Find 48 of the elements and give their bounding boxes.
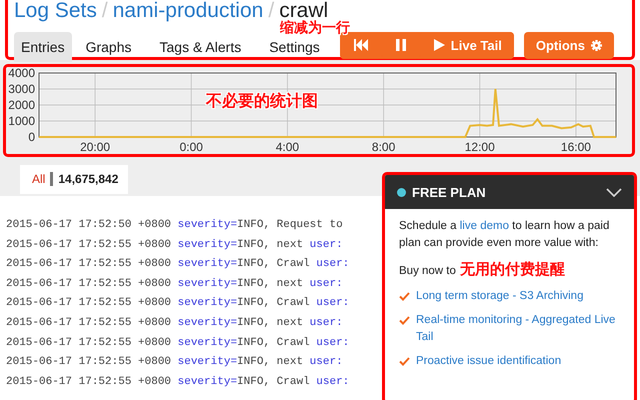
y-tick-label: 0 (28, 130, 35, 144)
panel-title: FREE PLAN (412, 184, 487, 200)
pause-icon (396, 39, 406, 51)
breadcrumb-separator: / (268, 0, 274, 24)
x-tick-label: 8:00 (372, 140, 396, 154)
filter-tab[interactable]: All 14,675,842 (20, 165, 128, 194)
log-line: 2015-06-17 17:52:55 +0800 severity=INFO, Crawl user: (6, 336, 350, 351)
buy-text: Buy now to (399, 265, 456, 277)
status-dot (397, 188, 406, 196)
log-line: 2015-06-17 17:52:55 +0800 severity=INFO, next user: (6, 316, 343, 331)
check-icon (399, 316, 410, 325)
y-tick-label: 3000 (8, 82, 35, 96)
breadcrumb-link[interactable]: Log Sets (14, 0, 97, 25)
play-icon (434, 39, 445, 51)
log-line: 2015-06-17 17:52:55 +0800 severity=INFO, Crawl user: (6, 374, 350, 390)
feature-link[interactable]: Long term storage - S3 Archiving (416, 288, 584, 305)
live-demo-link[interactable]: live demo (460, 220, 509, 232)
log-line: 2015-06-17 17:52:55 +0800 severity=INFO, next user: (6, 355, 343, 370)
annotation-note: 不必要的统计图 (206, 91, 318, 112)
x-tick-label: 20:00 (80, 140, 110, 154)
annotation-note: 无用的付费提醒 (460, 260, 565, 278)
log-line: 2015-06-17 17:52:55 +0800 severity=INFO, Crawl user: (6, 257, 350, 272)
check-icon (399, 357, 410, 366)
feature-link[interactable]: Real-time monitoring - Aggregated Live Tail (416, 312, 622, 346)
nav-tab[interactable]: Tags & Alerts (146, 32, 256, 62)
rewind-icon (354, 39, 368, 51)
log-line: 2015-06-17 17:52:55 +0800 severity=INFO, next user: (6, 276, 343, 292)
y-tick-label: 1000 (8, 114, 35, 128)
x-tick-label: 0:00 (180, 140, 203, 154)
log-line: 2015-06-17 17:52:55 +0800 severity=INFO, next user: (6, 238, 343, 253)
check-icon (399, 292, 410, 301)
plan-description: Schedule a live demo to learn how a paid plan can provide even more value with: (399, 219, 610, 251)
feature-link[interactable]: Proactive issue identification (416, 353, 562, 370)
y-tick-label: 2000 (8, 98, 35, 112)
nav-tab[interactable]: Entries (14, 32, 72, 62)
nav-tab[interactable]: Graphs (72, 32, 146, 62)
x-tick-label: 12:00 (464, 140, 495, 154)
annotation-note: 缩减为一行 (280, 21, 350, 36)
x-tick-label: 16:00 (560, 140, 591, 154)
options-button[interactable]: Options (524, 32, 614, 58)
chevron-down-icon[interactable] (606, 188, 622, 196)
x-tick-label: 4:00 (276, 140, 300, 154)
log-line: 2015-06-17 17:52:55 +0800 severity=INFO, Crawl user: (6, 296, 350, 312)
gear-icon (590, 40, 602, 50)
y-tick-label: 4000 (8, 67, 35, 80)
breadcrumb-separator: / (102, 0, 108, 24)
breadcrumb-link[interactable]: nami-production (112, 0, 264, 25)
log-line: 2015-06-17 17:52:50 +0800 severity=INFO, Request to (6, 218, 343, 233)
